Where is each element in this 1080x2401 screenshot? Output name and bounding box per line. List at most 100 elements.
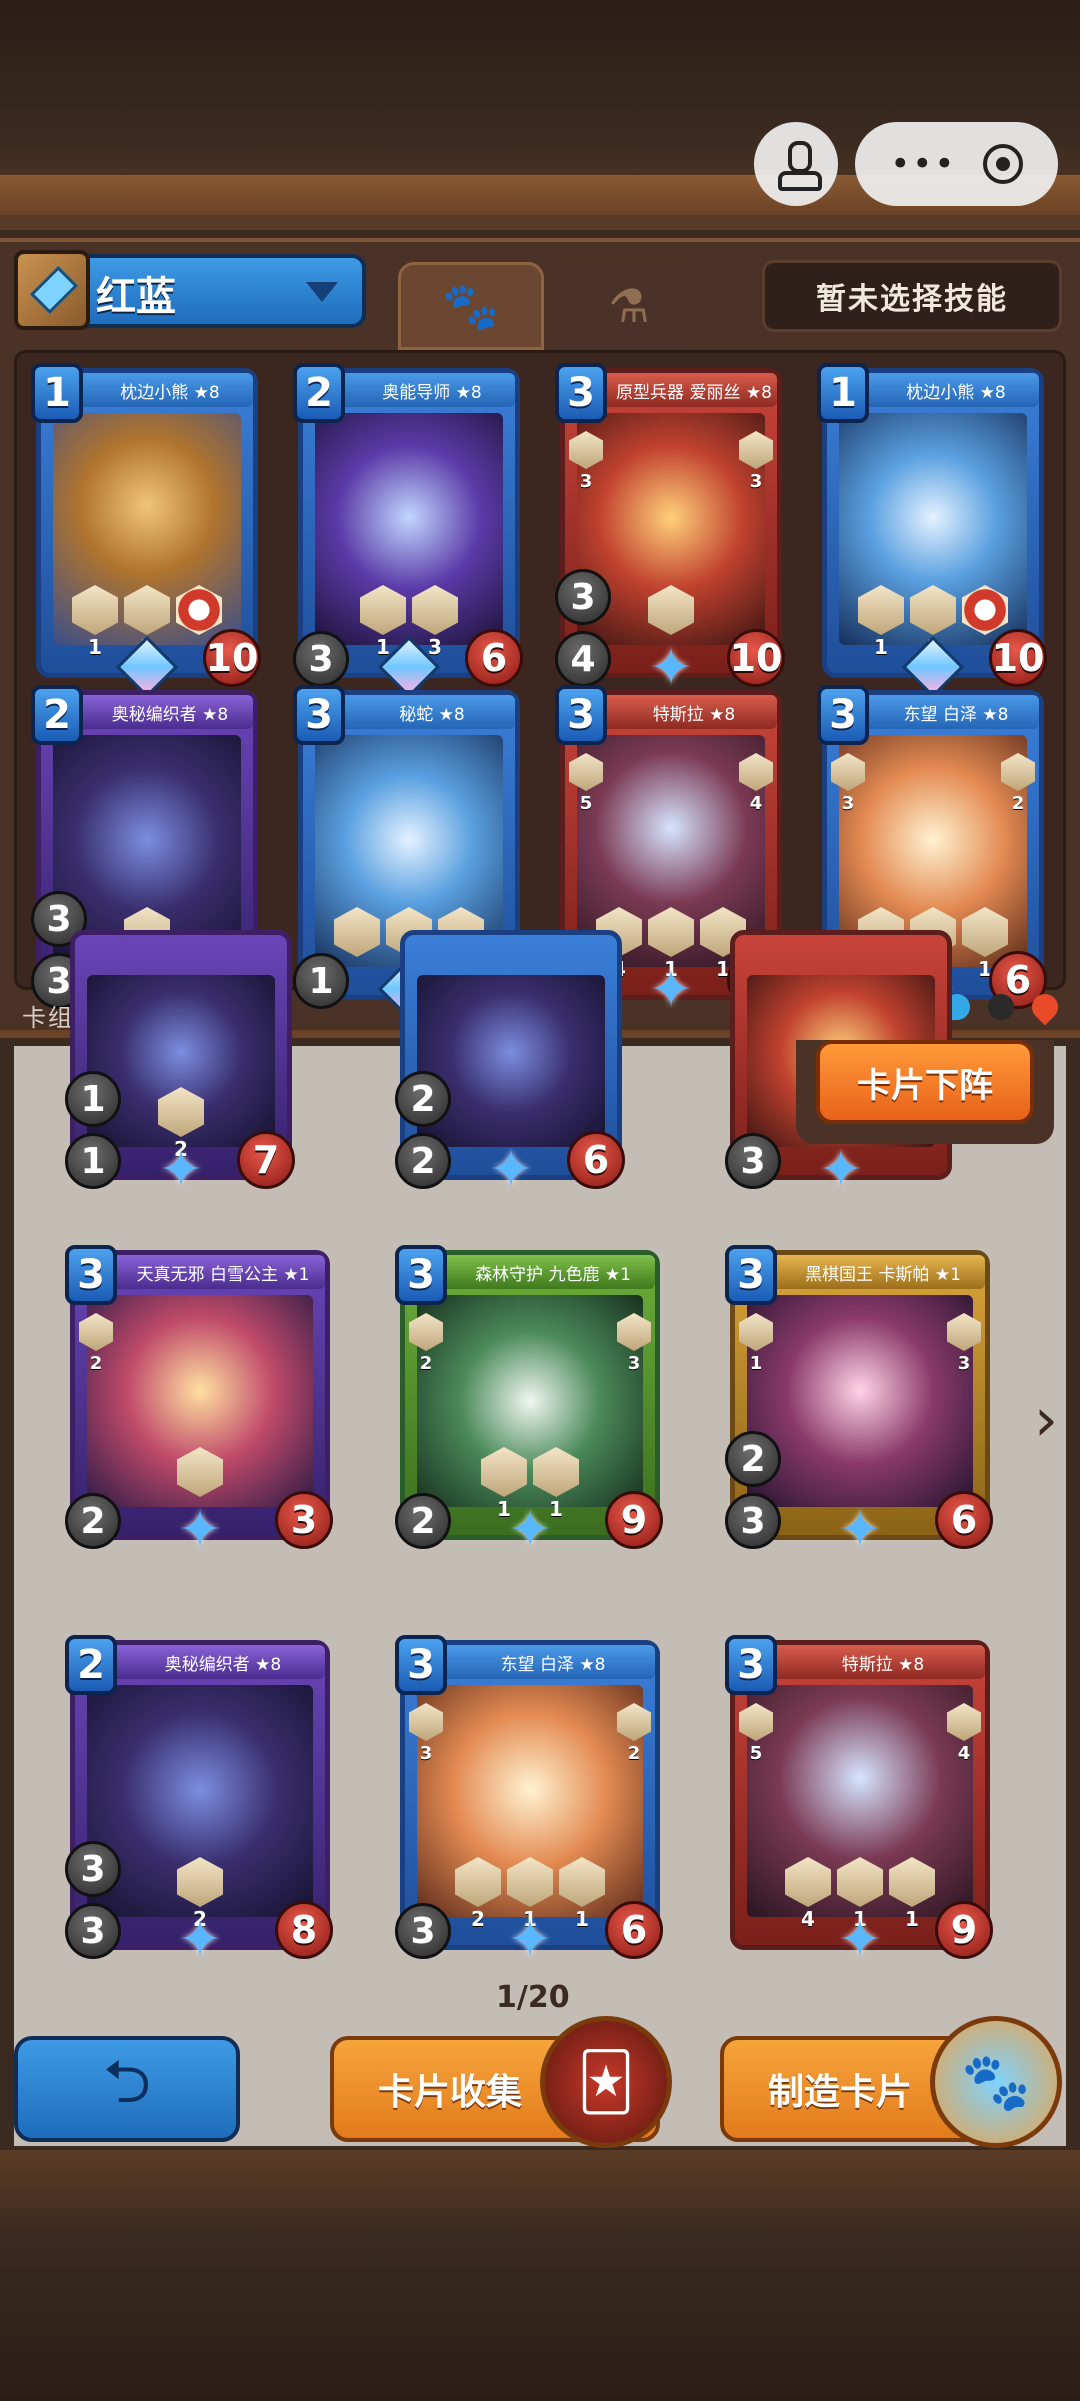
star-icon: ✦	[838, 1910, 882, 1970]
deck-card[interactable]: 奥能导师 ★8 2 1 3 3 6	[293, 363, 523, 699]
skill-icon	[559, 1857, 605, 1907]
collection-card[interactable]: 奥秘编织者 ★8 2 2 3 3 ✦ 8	[65, 1635, 333, 1966]
collection-card[interactable]: 天真无邪 白雪公主 ★1 3 2 2 ✦ 3	[65, 1245, 333, 1556]
craft-card-label: 制造卡片	[768, 2072, 913, 2113]
card-skills	[587, 585, 755, 635]
paw-icon: 🐾	[442, 278, 500, 333]
profile-button[interactable]	[754, 122, 838, 206]
target-close-icon[interactable]	[982, 144, 1023, 184]
card-hp: 9	[935, 1901, 993, 1959]
star-icon: ✦	[178, 1500, 222, 1560]
card-cost: 3	[725, 1635, 777, 1695]
card-name: 特斯拉 ★8	[763, 1645, 985, 1679]
card-hp: 9	[605, 1491, 663, 1549]
craft-potion-icon[interactable]: 🐾	[930, 2016, 1062, 2148]
skill-icon	[412, 585, 458, 635]
deck-card[interactable]: 枕边小熊 ★8 1 1 1 10	[31, 363, 261, 699]
card-hp: 6	[567, 1131, 625, 1189]
star-icon: ✦	[508, 1500, 552, 1560]
deck-card[interactable]: 枕边小熊 ★8 1 1 1 10	[817, 363, 1047, 699]
card-attack: 3	[395, 1903, 451, 1959]
card-defense: 1	[65, 1071, 121, 1127]
card-attack: 3	[65, 1903, 121, 1959]
skill-icon	[507, 1857, 553, 1907]
card-defense: 2	[395, 1071, 451, 1127]
skill-icon	[962, 907, 1008, 957]
card-attack: 4	[555, 631, 611, 687]
card-name: 原型兵器 爱丽丝 ★8	[593, 373, 777, 407]
card-defense: 3	[65, 1841, 121, 1897]
card-hp: 6	[605, 1901, 663, 1959]
card-cost: 3	[293, 685, 345, 745]
skill-icon	[360, 585, 406, 635]
card-hp: 10	[203, 629, 261, 687]
collection-card[interactable]: 2 1 1 ✦ 7	[65, 930, 295, 1196]
card-skills: 1 1	[63, 585, 231, 659]
card-name: 奥秘编织者 ★8	[103, 1645, 325, 1679]
card-cost: 3	[555, 363, 607, 423]
collection-card[interactable]: 2 2 ✦ 6	[395, 930, 625, 1196]
deck-name: 红蓝	[96, 274, 176, 320]
chevron-right-icon[interactable]: ›	[1034, 1385, 1058, 1455]
card-collection-label: 卡片收集	[378, 2072, 523, 2113]
star-icon: ✦	[508, 1910, 552, 1970]
card-skills	[97, 1447, 303, 1497]
unequip-card-button[interactable]: 卡片下阵	[816, 1040, 1034, 1124]
collection-card[interactable]: 东望 白泽 ★8 3 3 2 2 1 1 3 ✦ 6	[395, 1635, 663, 1966]
skill-icon	[785, 1857, 831, 1907]
card-cost: 3	[395, 1245, 447, 1305]
skill-icon	[481, 1447, 527, 1497]
back-button[interactable]: ⮌	[14, 2036, 240, 2142]
potion-icon: ⚗	[608, 279, 650, 333]
tab-paw[interactable]: 🐾	[398, 262, 544, 350]
card-skills: 1 1	[849, 585, 1017, 659]
capsule-menu: •••	[855, 122, 1058, 206]
card-defense: 3	[555, 569, 611, 625]
star-icon: ✦	[838, 1500, 882, 1560]
card-attack: 3	[293, 631, 349, 687]
card-hp: 7	[237, 1131, 295, 1189]
card-hp: 6	[465, 629, 523, 687]
card-skills: 4 1 1	[757, 1857, 963, 1931]
card-attack: 3	[725, 1493, 781, 1549]
card-attack: 2	[65, 1493, 121, 1549]
card-art	[747, 1295, 973, 1507]
card-name: 奥秘编织者 ★8	[69, 695, 253, 729]
card-cost: 2	[31, 685, 83, 745]
card-hp: 3	[275, 1491, 333, 1549]
profile-icon	[776, 141, 822, 191]
collection-card[interactable]: 特斯拉 ★8 3 5 4 4 1 1 ✦ 9	[725, 1635, 993, 1966]
card-name: 奥能导师 ★8	[331, 373, 515, 407]
card-cost: 1	[817, 363, 869, 423]
card-name: 枕边小熊 ★8	[855, 373, 1039, 407]
skill-icon	[858, 585, 904, 635]
skill-select-button[interactable]: 暂未选择技能	[762, 260, 1062, 332]
page-indicator: 1/20	[496, 1980, 570, 2015]
skill-icon	[177, 1447, 223, 1497]
more-dots-icon[interactable]: •••	[890, 144, 956, 184]
deck-card[interactable]: 原型兵器 爱丽丝 ★8 3 3 3 3 4 ✦ 10	[555, 363, 785, 694]
card-name: 东望 白泽 ★8	[433, 1645, 655, 1679]
card-skills: 2	[97, 1087, 265, 1161]
shadow-element-icon[interactable]	[988, 994, 1014, 1020]
skill-icon	[889, 1857, 935, 1907]
card-hp: 6	[935, 1491, 993, 1549]
fire-element-icon[interactable]	[1026, 988, 1064, 1026]
card-name: 东望 白泽 ★8	[855, 695, 1039, 729]
skill-icon	[648, 585, 694, 635]
deck-selector[interactable]: 红蓝	[14, 250, 366, 330]
card-cost: 3	[555, 685, 607, 745]
skill-icon	[648, 907, 694, 957]
card-collection-icon[interactable]: 🃏	[540, 2016, 672, 2148]
card-cost: 2	[65, 1635, 117, 1695]
card-name: 天真无邪 白雪公主 ★1	[103, 1255, 325, 1289]
collection-card[interactable]: 黑棋国王 卡斯帕 ★1 3 1 3 2 3 ✦ 6	[725, 1245, 993, 1556]
skill-icon	[910, 585, 956, 635]
stop-skill-icon	[176, 585, 222, 635]
skill-icon	[455, 1857, 501, 1907]
skill-icon	[533, 1447, 579, 1497]
star-icon: ✦	[819, 1140, 863, 1200]
card-cost: 2	[293, 363, 345, 423]
collection-card[interactable]: 森林守护 九色鹿 ★1 3 2 3 1 1 2 ✦ 9	[395, 1245, 663, 1556]
tab-potion[interactable]: ⚗	[556, 262, 702, 350]
